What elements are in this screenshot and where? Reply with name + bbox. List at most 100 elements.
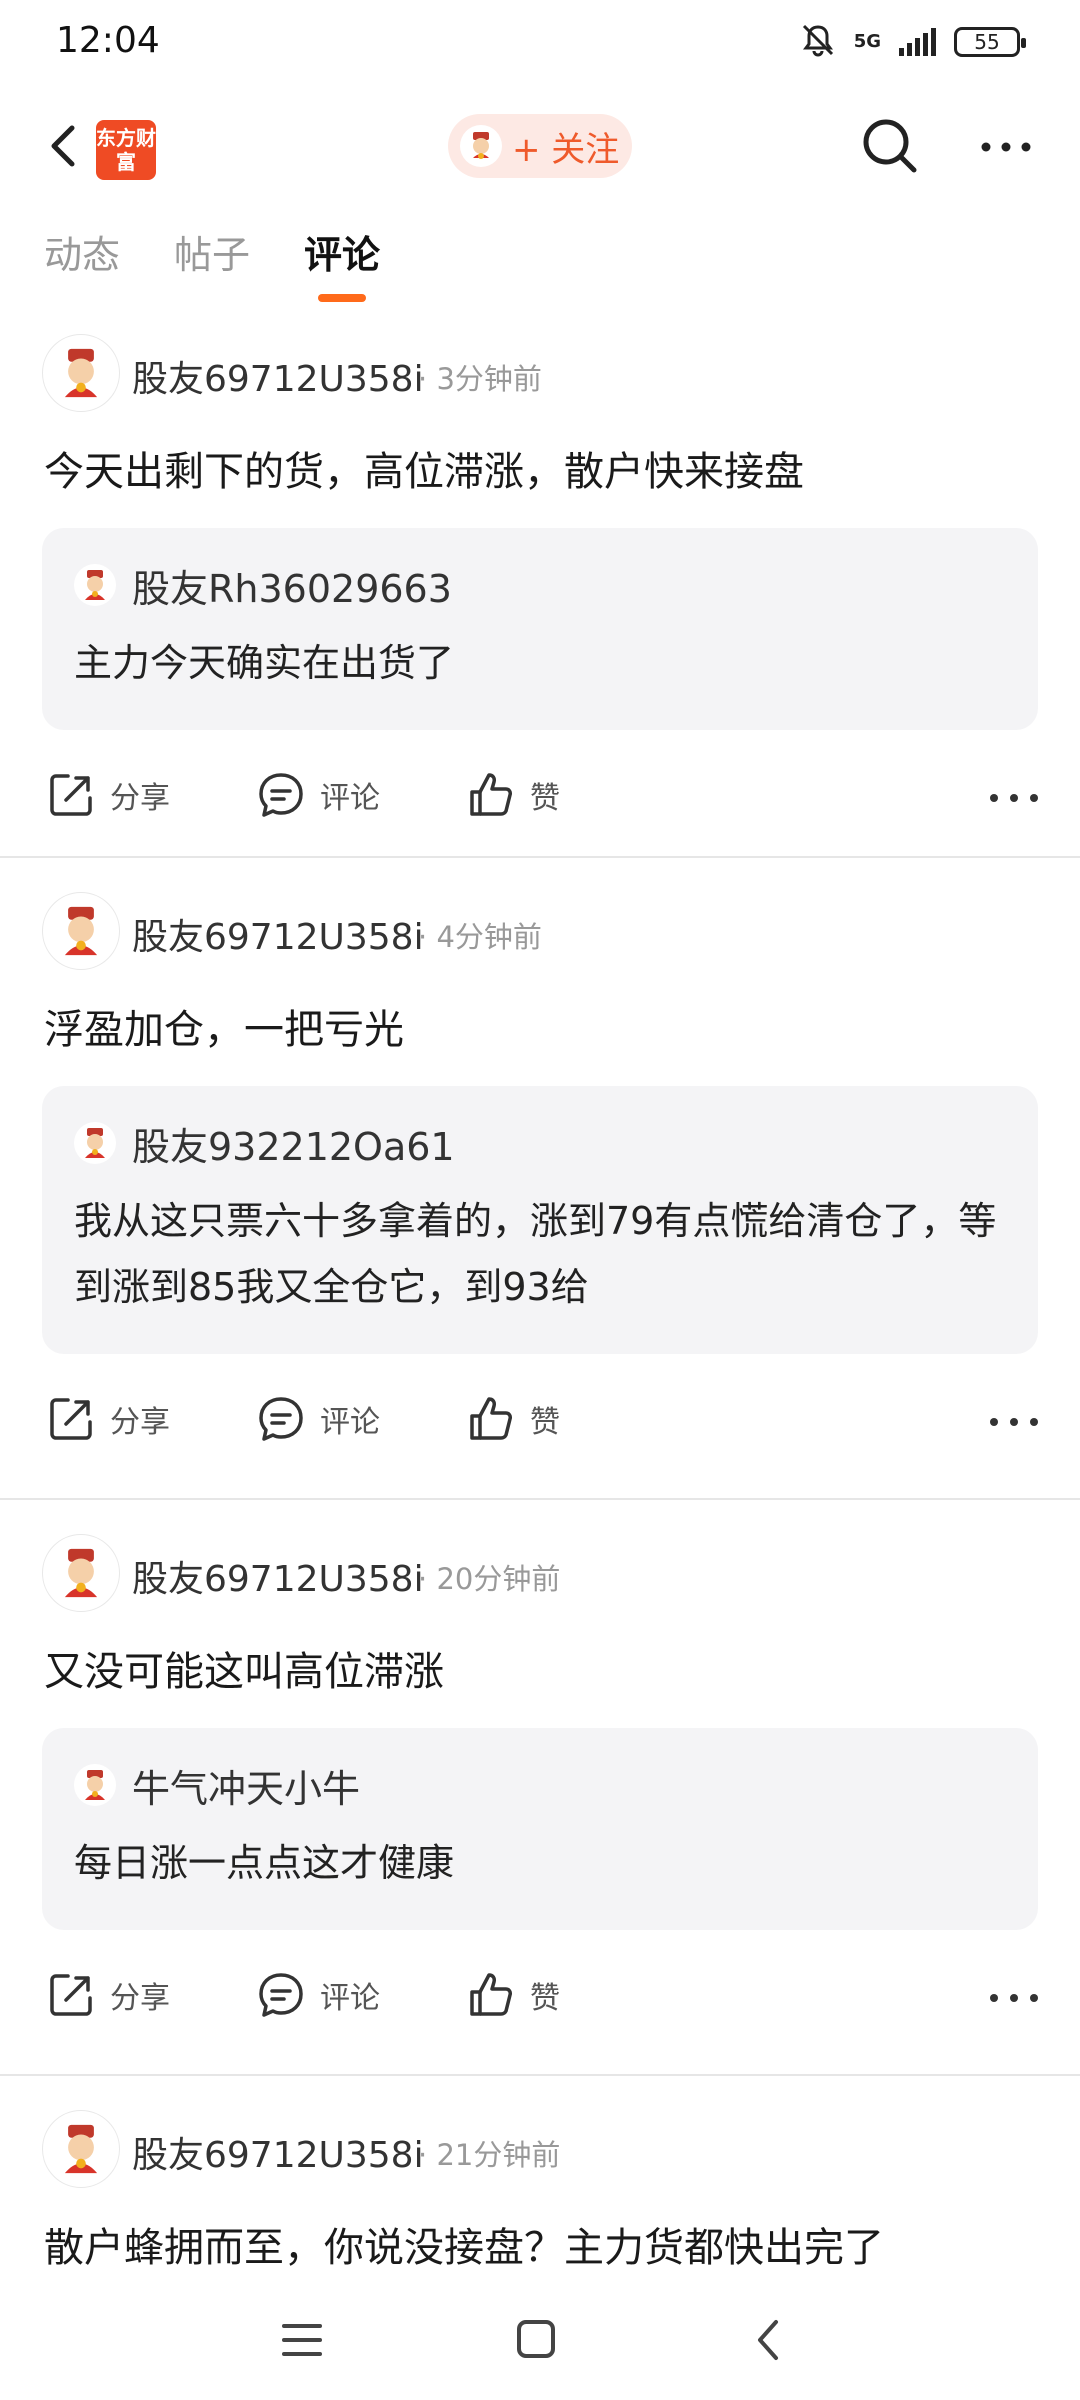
- comment-more-button[interactable]: [988, 788, 1040, 808]
- avatar-icon: [64, 1548, 98, 1598]
- follow-label: + 关注: [512, 129, 620, 170]
- comment-more-button[interactable]: [988, 1412, 1040, 1432]
- comment-feed: 股友69712U358i · 3分钟前 今天出剩下的货，高位滞涨，散户快来接盘 …: [0, 320, 1080, 2400]
- timestamp: · 20分钟前: [418, 1562, 561, 1596]
- avatar-icon: [64, 348, 98, 398]
- action-bar: 分享 评论 赞: [0, 1944, 1080, 2064]
- home-button[interactable]: [506, 2312, 566, 2368]
- quoted-comment[interactable]: 股友Rh36029663 主力今天确实在出货了: [42, 528, 1038, 730]
- search-button[interactable]: [858, 114, 922, 178]
- thumbs-up-icon: [470, 1973, 512, 2016]
- tab-dynamics[interactable]: 动态: [44, 224, 120, 279]
- tab-comments[interactable]: 评论: [304, 224, 380, 279]
- avatar-icon: [64, 906, 98, 956]
- comment-card: 股友69712U358i · 4分钟前 浮盈加仓，一把亏光 股友932212Oa…: [0, 878, 1080, 1500]
- timestamp-value: 21分钟前: [436, 2138, 561, 2172]
- like-button[interactable]: 赞: [466, 1394, 560, 1444]
- quoted-text: 我从这只票六十多拿着的，涨到79有点慌给清仓了，等到涨到85我又全仓它，到93给: [74, 1199, 997, 1309]
- quoted-header: 牛气冲天小牛: [74, 1758, 1006, 1813]
- comment-header: 股友69712U358i · 4分钟前: [0, 878, 1080, 982]
- comment-header: 股友69712U358i · 3分钟前: [0, 320, 1080, 424]
- battery-icon: 55: [954, 27, 1026, 57]
- comment-bubble-icon: [259, 1397, 303, 1441]
- comment-button[interactable]: 评论: [256, 1970, 380, 2020]
- comment-card: 股友69712U358i · 20分钟前 又没可能这叫高位滞涨 牛气冲天小牛 每…: [0, 1520, 1080, 2076]
- quoted-username[interactable]: 牛气冲天小牛: [132, 1758, 360, 1813]
- quoted-avatar-icon: [74, 564, 116, 606]
- search-icon: [863, 119, 917, 173]
- comment-text: 今天出剩下的货，高位滞涨，散户快来接盘: [44, 449, 804, 495]
- menu-button[interactable]: [272, 2312, 332, 2368]
- top-nav: 东方财富 + 关注: [0, 92, 1080, 204]
- system-nav-bar: [0, 2276, 1080, 2400]
- like-label: 赞: [530, 1405, 560, 1440]
- signal-icon: [899, 28, 936, 56]
- comment-text: 浮盈加仓，一把亏光: [44, 1007, 404, 1053]
- share-label: 分享: [110, 781, 170, 816]
- thumbs-up-icon: [470, 1397, 512, 1440]
- username[interactable]: 股友69712U358i: [132, 1550, 424, 1602]
- brand-logo: 东方财富: [96, 120, 156, 180]
- system-back-button[interactable]: [740, 2312, 800, 2368]
- timestamp: · 21分钟前: [418, 2138, 561, 2172]
- quoted-header: 股友Rh36029663: [74, 558, 1006, 613]
- share-button[interactable]: 分享: [46, 770, 170, 820]
- status-bar: 12:04 5G 55: [0, 0, 1080, 92]
- quoted-avatar-icon: [74, 1764, 116, 1806]
- follow-button[interactable]: + 关注: [448, 114, 632, 178]
- quoted-comment[interactable]: 牛气冲天小牛 每日涨一点点这才健康: [42, 1728, 1038, 1930]
- tab-posts[interactable]: 帖子: [174, 224, 250, 279]
- comment-header: 股友69712U358i · 21分钟前: [0, 2096, 1080, 2200]
- comment-header: 股友69712U358i · 20分钟前: [0, 1520, 1080, 1624]
- back-chevron-icon: [758, 2320, 778, 2360]
- user-avatar-icon: [460, 125, 502, 167]
- like-button[interactable]: 赞: [466, 770, 560, 820]
- more-dots-icon: [990, 794, 1038, 802]
- quoted-comment[interactable]: 股友932212Oa61 我从这只票六十多拿着的，涨到79有点慌给清仓了，等到涨…: [42, 1086, 1038, 1354]
- network-type: 5G: [853, 31, 881, 52]
- quoted-username[interactable]: 股友932212Oa61: [132, 1116, 455, 1171]
- more-options-button[interactable]: [976, 122, 1036, 172]
- like-label: 赞: [530, 781, 560, 816]
- comment-text: 又没可能这叫高位滞涨: [44, 1649, 444, 1695]
- like-label: 赞: [530, 1981, 560, 2016]
- share-label: 分享: [110, 1981, 170, 2016]
- status-time: 12:04: [56, 20, 160, 61]
- like-button[interactable]: 赞: [466, 1970, 560, 2020]
- timestamp: · 3分钟前: [418, 362, 542, 396]
- thumbs-up-icon: [470, 773, 512, 816]
- app-root: 12:04 5G 55 东方财富 + 关注 动态 帖子 评论 股友69712U3…: [0, 0, 1080, 2400]
- share-label: 分享: [110, 1405, 170, 1440]
- comment-bubble-icon: [259, 773, 303, 817]
- comment-text: 散户蜂拥而至，你说没接盘？主力货都快出完了: [44, 2225, 884, 2271]
- comment-button[interactable]: 评论: [256, 770, 380, 820]
- avatar[interactable]: [42, 1534, 120, 1612]
- username[interactable]: 股友69712U358i: [132, 2126, 424, 2178]
- quoted-header: 股友932212Oa61: [74, 1116, 1006, 1171]
- active-tab-indicator: [318, 294, 366, 302]
- back-button[interactable]: [36, 116, 96, 176]
- avatar[interactable]: [42, 334, 120, 412]
- share-icon: [50, 774, 92, 816]
- timestamp-value: 20分钟前: [436, 1562, 561, 1596]
- share-icon: [50, 1974, 92, 2016]
- comment-card: 股友69712U358i · 3分钟前 今天出剩下的货，高位滞涨，散户快来接盘 …: [0, 320, 1080, 858]
- timestamp-value: 4分钟前: [436, 920, 542, 954]
- username[interactable]: 股友69712U358i: [132, 350, 424, 402]
- comment-more-button[interactable]: [988, 1988, 1040, 2008]
- username[interactable]: 股友69712U358i: [132, 908, 424, 960]
- quoted-username[interactable]: 股友Rh36029663: [132, 558, 452, 613]
- back-arrow-icon: [51, 125, 75, 167]
- timestamp: · 4分钟前: [418, 920, 542, 954]
- avatar[interactable]: [42, 2110, 120, 2188]
- share-button[interactable]: 分享: [46, 1970, 170, 2020]
- comment-button[interactable]: 评论: [256, 1394, 380, 1444]
- avatar[interactable]: [42, 892, 120, 970]
- tab-bar: 动态 帖子 评论: [0, 224, 1080, 308]
- more-dots-icon: [990, 1994, 1038, 2002]
- quoted-text: 主力今天确实在出货了: [74, 641, 455, 685]
- action-bar: 分享 评论 赞: [0, 1368, 1080, 1488]
- more-dots-icon: [990, 1418, 1038, 1426]
- share-icon: [50, 1398, 92, 1440]
- share-button[interactable]: 分享: [46, 1394, 170, 1444]
